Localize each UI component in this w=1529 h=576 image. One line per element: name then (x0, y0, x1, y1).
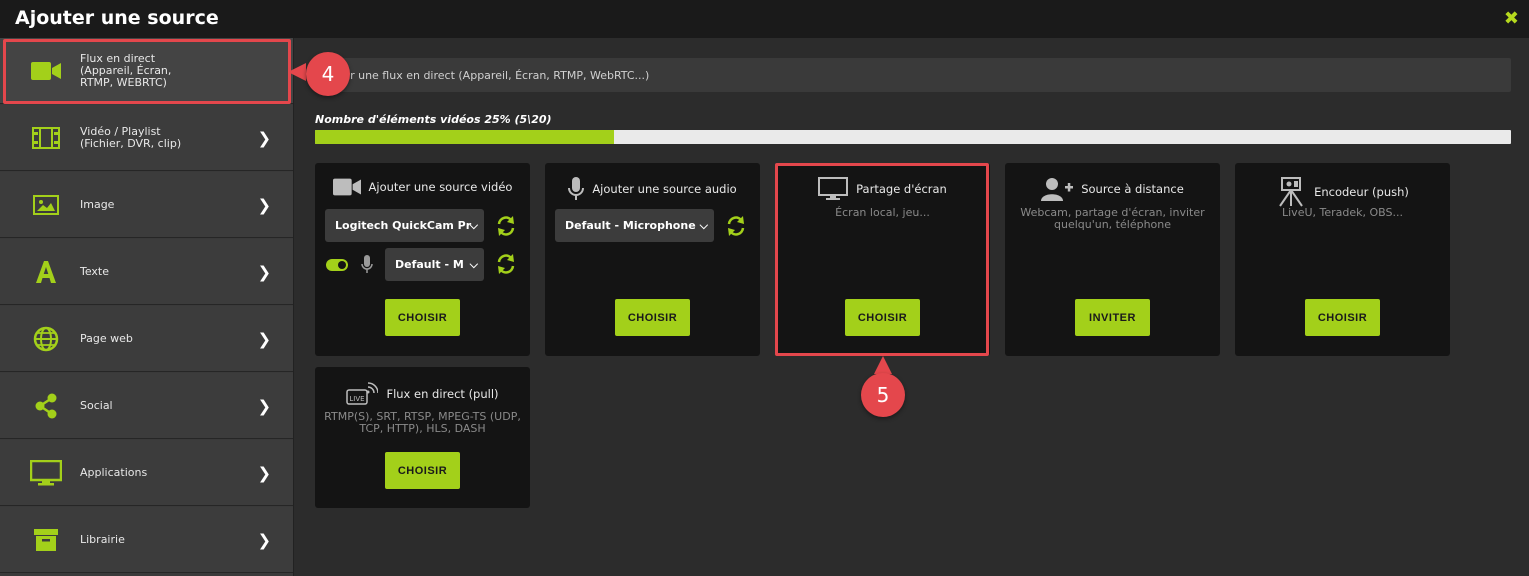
highlight-frame (3, 39, 291, 104)
film-icon (30, 122, 62, 154)
choose-video-button[interactable]: CHOISIR (385, 299, 460, 336)
choose-encoder-button[interactable]: CHOISIR (1305, 299, 1380, 336)
step-badge-4: 4 (306, 52, 350, 96)
step-badge-5: 5 (861, 373, 905, 417)
sidebar-item-text[interactable]: Texte ❯ (0, 239, 293, 305)
card-video-source: Ajouter une source vidéo Logitech QuickC… (315, 163, 530, 356)
card-title: Source à distance (1081, 182, 1184, 196)
sidebar-item-label: Vidéo / Playlist (Fichier, DVR, clip) (80, 124, 182, 150)
dialog-title: Ajouter une source (15, 7, 219, 29)
card-audio-source: Ajouter une source audio Default - Micro… (545, 163, 760, 356)
microphone-select[interactable]: Default - Microphone ⌵ (555, 209, 714, 242)
image-icon (30, 189, 62, 221)
sidebar-item-web-page[interactable]: Page web ❯ (0, 306, 293, 372)
add-user-icon (1041, 178, 1074, 201)
invite-button[interactable]: INVITER (1075, 299, 1150, 336)
callout-pointer (874, 356, 892, 374)
choose-audio-button[interactable]: CHOISIR (615, 299, 690, 336)
audio-toggle[interactable] (326, 259, 348, 271)
close-icon[interactable]: ✖ (1504, 8, 1519, 29)
share-icon (30, 390, 62, 422)
card-title: Ajouter une source vidéo (368, 180, 513, 194)
svg-text:LIVE: LIVE (350, 395, 365, 403)
progress-fill (315, 130, 614, 144)
sidebar-item-video-playlist[interactable]: Vidéo / Playlist (Fichier, DVR, clip) ❯ (0, 105, 293, 171)
chevron-right-icon: ❯ (257, 262, 271, 281)
choose-pull-button[interactable]: CHOISIR (385, 452, 460, 489)
refresh-icon[interactable] (725, 215, 747, 237)
card-description: LiveU, Teradek, OBS... (1282, 206, 1403, 219)
sidebar-item-label: Librairie (80, 532, 125, 546)
archive-box-icon (30, 524, 62, 556)
tripod-camera-icon (1279, 177, 1303, 207)
video-count-label: Nombre d'éléments vidéos 25% (5\20) (315, 113, 552, 126)
chevron-right-icon: ❯ (257, 128, 271, 147)
video-device-select[interactable]: Logitech QuickCam Pr ⌵ (325, 209, 484, 242)
sidebar-item-applications[interactable]: Applications ❯ (0, 440, 293, 506)
card-description: RTMP(S), SRT, RTSP, MPEG-TS (UDP, TCP, H… (324, 410, 521, 435)
chevron-right-icon: ❯ (257, 530, 271, 549)
sidebar-item-label: Social (80, 398, 113, 412)
card-title: Ajouter une source audio (592, 182, 737, 196)
sidebar-item-label: Applications (80, 465, 148, 479)
card-description: Webcam, partage d'écran, inviter quelqu'… (1020, 206, 1205, 231)
live-broadcast-icon: LIVE (346, 382, 379, 405)
search-input[interactable]: ter une flux en direct (Appareil, Écran,… (315, 58, 1511, 92)
sidebar-item-image[interactable]: Image ❯ (0, 172, 293, 238)
refresh-icon[interactable] (495, 215, 517, 237)
video-count-progress (315, 130, 1511, 144)
card-title: Encodeur (push) (1314, 185, 1409, 199)
chevron-down-icon: ⌵ (469, 257, 478, 271)
sidebar-item-label: Texte (80, 264, 110, 278)
sidebar-item-library[interactable]: Librairie ❯ (0, 507, 293, 573)
chevron-right-icon: ❯ (257, 463, 271, 482)
card-live-pull: LIVE Flux en direct (pull) RTMP(S), SRT,… (315, 367, 530, 508)
search-text: ter une flux en direct (Appareil, Écran,… (339, 69, 650, 82)
monitor-icon (30, 457, 62, 489)
audio-device-select[interactable]: Default - M ⌵ (385, 248, 484, 281)
title-bar: Ajouter une source ✖ (0, 0, 1529, 38)
letter-a-icon (30, 256, 62, 288)
sidebar-item-social[interactable]: Social ❯ (0, 373, 293, 439)
microphone-icon (361, 255, 373, 273)
callout-pointer (288, 63, 306, 81)
chevron-down-icon: ⌵ (469, 218, 478, 232)
source-type-sidebar: Flux en direct (Appareil, Écran, RTMP, W… (0, 38, 294, 576)
video-camera-icon (332, 178, 361, 196)
microphone-icon (568, 177, 585, 200)
chevron-down-icon: ⌵ (699, 218, 708, 232)
globe-icon (30, 323, 62, 355)
card-encoder-push: Encodeur (push) LiveU, Teradek, OBS... C… (1235, 163, 1450, 356)
sidebar-item-label: Image (80, 197, 115, 211)
chevron-right-icon: ❯ (257, 396, 271, 415)
sidebar-item-label: Page web (80, 331, 133, 345)
card-remote-source: Source à distance Webcam, partage d'écra… (1005, 163, 1220, 356)
highlight-frame (775, 163, 989, 356)
card-title: Flux en direct (pull) (386, 387, 499, 401)
chevron-right-icon: ❯ (257, 329, 271, 348)
chevron-right-icon: ❯ (257, 195, 271, 214)
refresh-icon[interactable] (495, 253, 517, 275)
